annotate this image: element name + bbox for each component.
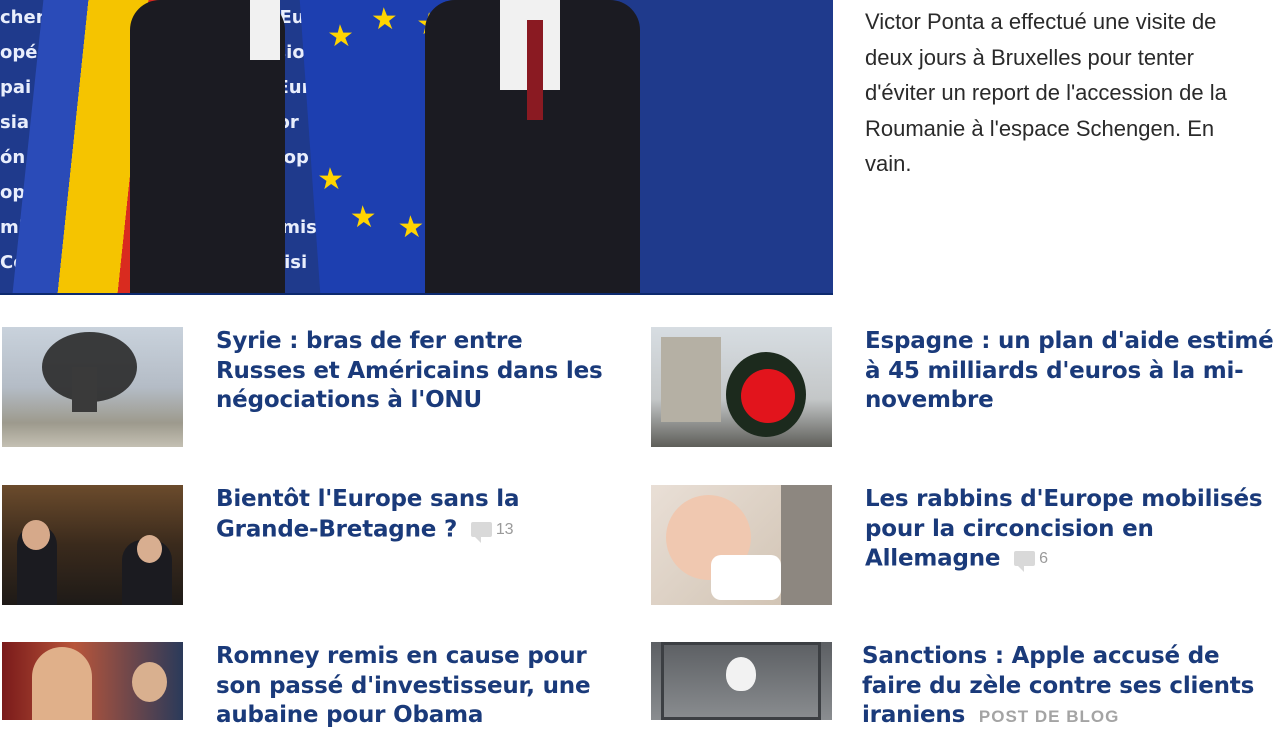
article-headline[interactable]: Bientôt l'Europe sans la Grande-Bretagne… [216, 485, 626, 544]
star-icon: ★ [369, 3, 400, 36]
article-thumbnail[interactable] [651, 642, 832, 720]
article-thumbnail[interactable] [2, 485, 183, 605]
comment-count-value: 13 [495, 520, 514, 538]
comment-bubble-icon [470, 521, 492, 543]
article-headline[interactable]: Les rabbins d'Europe mobilisés pour la c… [865, 485, 1275, 574]
article-headline[interactable]: Espagne : un plan d'aide estimé à 45 mil… [865, 327, 1275, 416]
tie [527, 20, 543, 120]
star-icon: ★ [348, 201, 379, 234]
comment-bubble-icon [1014, 551, 1036, 573]
article-thumbnail[interactable] [2, 327, 183, 447]
article-headline[interactable]: Romney remis en cause pour son passé d'i… [216, 642, 606, 731]
star-icon: ★ [316, 163, 346, 196]
post-type-tag: POST DE BLOG [978, 707, 1120, 726]
article-headline[interactable]: Sanctions : Apple accusé de faire du zèl… [862, 642, 1272, 732]
hero-caption[interactable]: Victor Ponta a effectué une visite de de… [865, 4, 1265, 182]
apple-logo-icon [726, 657, 756, 691]
comment-count[interactable]: 13 [470, 515, 514, 545]
article-headline-text[interactable]: Les rabbins d'Europe mobilisés pour la c… [865, 486, 1263, 571]
article-thumbnail[interactable] [651, 327, 832, 447]
article-thumbnail[interactable] [651, 485, 832, 605]
hero-image[interactable]: chen Eur Europska komisia Európska komis… [0, 0, 833, 295]
comment-count[interactable]: 6 [1014, 544, 1048, 574]
article-headline[interactable]: Syrie : bras de fer entre Russes et Amér… [216, 327, 616, 416]
comment-count-value: 6 [1039, 550, 1048, 567]
shirt [250, 0, 280, 60]
star-icon: ★ [326, 20, 356, 53]
star-icon: ★ [396, 211, 426, 244]
article-thumbnail[interactable] [2, 642, 183, 720]
